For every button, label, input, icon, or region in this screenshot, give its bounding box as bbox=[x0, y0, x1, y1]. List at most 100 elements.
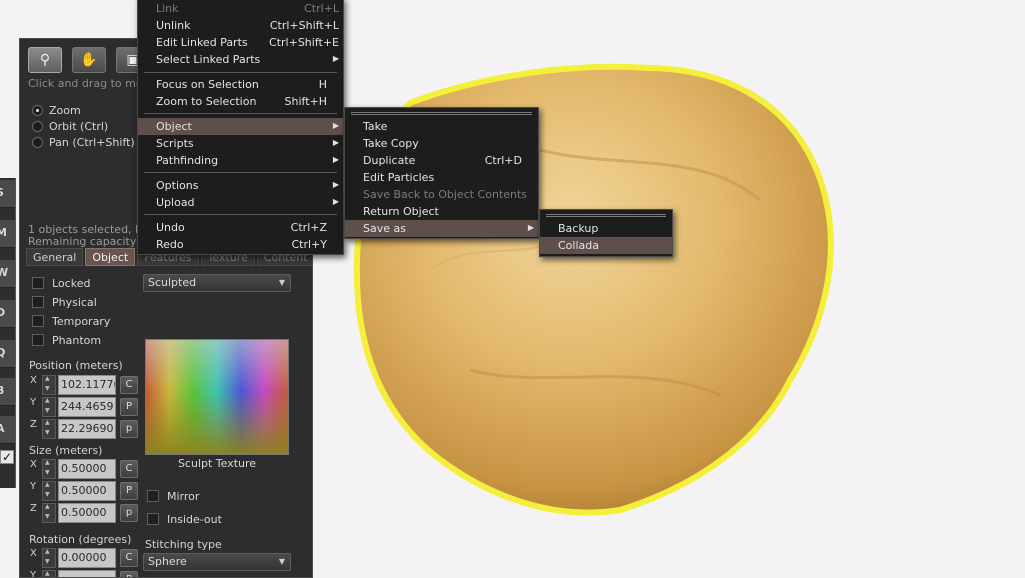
menu-item-select-linked-parts[interactable]: Select Linked Parts ▶ bbox=[138, 51, 343, 68]
menu-item-redo[interactable]: Redo Ctrl+Y bbox=[138, 236, 343, 253]
menu-item-shortcut: Ctrl+Shift+L bbox=[269, 19, 339, 32]
rotation-x-field[interactable]: 0.00000 bbox=[58, 548, 116, 568]
menu-item-take[interactable]: Take bbox=[345, 118, 538, 135]
rotation-x-spinner[interactable] bbox=[42, 548, 56, 568]
axis-z-label: Z bbox=[30, 503, 37, 514]
menu-item-duplicate[interactable]: Duplicate Ctrl+D bbox=[345, 152, 538, 169]
menu-item-edit-linked-parts[interactable]: Edit Linked Parts Ctrl+Shift+E bbox=[138, 34, 343, 51]
menu-item-label: Edit Linked Parts bbox=[156, 36, 248, 49]
move-tool-button[interactable]: ✋ bbox=[72, 47, 106, 73]
tear-off-grip[interactable] bbox=[351, 112, 532, 115]
menu-item-options[interactable]: Options ▶ bbox=[138, 177, 343, 194]
toolbar-button[interactable]: D bbox=[0, 300, 15, 328]
tear-off-grip[interactable] bbox=[546, 214, 666, 217]
menu-item-undo[interactable]: Undo Ctrl+Z bbox=[138, 219, 343, 236]
paste-rotation-button[interactable]: P bbox=[120, 571, 138, 577]
menu-item-pathfinding[interactable]: Pathfinding ▶ bbox=[138, 152, 343, 169]
menu-item-label: Undo bbox=[156, 221, 185, 234]
mirror-checkbox-row[interactable]: Mirror bbox=[147, 489, 199, 503]
size-z-field[interactable]: 0.50000 bbox=[58, 503, 116, 523]
size-label: Size (meters) bbox=[29, 444, 103, 457]
size-y-field[interactable]: 0.50000 bbox=[58, 481, 116, 501]
menu-item-object[interactable]: Object ▶ bbox=[138, 118, 343, 135]
orbit-radio[interactable]: Orbit (Ctrl) bbox=[32, 119, 108, 133]
temporary-checkbox-row[interactable]: Temporary bbox=[32, 314, 110, 328]
size-z-spinner[interactable] bbox=[42, 503, 56, 523]
zoom-radio[interactable]: Zoom bbox=[32, 103, 81, 117]
locked-checkbox-row[interactable]: Locked bbox=[32, 276, 90, 290]
position-y-field[interactable]: 244.4659 bbox=[58, 397, 116, 417]
radio-button[interactable] bbox=[32, 104, 43, 116]
paste-options-size-button[interactable]: p bbox=[120, 504, 138, 522]
menu-item-label: Take Copy bbox=[363, 137, 419, 150]
menu-item-take-copy[interactable]: Take Copy bbox=[345, 135, 538, 152]
paste-options-position-button[interactable]: p bbox=[120, 420, 138, 438]
pan-radio[interactable]: Pan (Ctrl+Shift) bbox=[32, 135, 135, 149]
building-block-type-dropdown[interactable]: Sculpted ▼ bbox=[143, 274, 291, 292]
toolbar-button[interactable]: M bbox=[0, 220, 15, 248]
menu-item-unlink[interactable]: Unlink Ctrl+Shift+L bbox=[138, 17, 343, 34]
tab-object[interactable]: Object bbox=[85, 248, 136, 266]
menu-item-scripts[interactable]: Scripts ▶ bbox=[138, 135, 343, 152]
menu-item-label: Return Object bbox=[363, 205, 439, 218]
rotation-y-spinner[interactable] bbox=[42, 570, 56, 577]
axis-z-label: Z bbox=[30, 419, 37, 430]
copy-size-button[interactable]: C bbox=[120, 460, 138, 478]
menu-item-focus-on-selection[interactable]: Focus on Selection H bbox=[138, 76, 343, 93]
menu-item-zoom-to-selection[interactable]: Zoom to Selection Shift+H bbox=[138, 93, 343, 110]
menu-item-upload[interactable]: Upload ▶ bbox=[138, 194, 343, 211]
position-x-field[interactable]: 102.11776 bbox=[58, 375, 116, 395]
temporary-checkbox[interactable] bbox=[32, 315, 44, 327]
size-x-field[interactable]: 0.50000 bbox=[58, 459, 116, 479]
physical-checkbox-row[interactable]: Physical bbox=[32, 295, 97, 309]
size-x-spinner[interactable] bbox=[42, 459, 56, 479]
paste-position-button[interactable]: P bbox=[120, 398, 138, 416]
rotation-y-field[interactable] bbox=[58, 570, 116, 577]
copy-position-button[interactable]: C bbox=[120, 376, 138, 394]
toolbar-button-glyph: W bbox=[0, 266, 9, 279]
menu-item-save-as[interactable]: Save as ▶ bbox=[345, 220, 538, 237]
copy-rotation-button[interactable]: C bbox=[120, 549, 138, 567]
submenu-arrow-icon: ▶ bbox=[332, 180, 339, 189]
toolbar-button[interactable]: W bbox=[0, 260, 15, 288]
sculpt-texture-swatch[interactable] bbox=[145, 339, 289, 455]
checkbox-label: Physical bbox=[52, 295, 97, 309]
size-y-spinner[interactable] bbox=[42, 481, 56, 501]
position-z-field[interactable]: 22.29690 bbox=[58, 419, 116, 439]
sculpt-texture-label: Sculpt Texture bbox=[177, 457, 257, 470]
toolbar-button[interactable]: B bbox=[0, 378, 15, 406]
mirror-checkbox[interactable] bbox=[147, 490, 159, 502]
menu-item-edit-particles[interactable]: Edit Particles bbox=[345, 169, 538, 186]
radio-button[interactable] bbox=[32, 120, 43, 132]
menu-item-label: Upload bbox=[156, 196, 195, 209]
toolbar-button-glyph: B bbox=[0, 384, 5, 397]
locked-checkbox[interactable] bbox=[32, 277, 44, 289]
menu-item-shortcut: Ctrl+Y bbox=[291, 238, 327, 251]
phantom-checkbox-row[interactable]: Phantom bbox=[32, 333, 101, 347]
physical-checkbox[interactable] bbox=[32, 296, 44, 308]
inside-out-checkbox[interactable] bbox=[147, 513, 159, 525]
toolbar-button[interactable]: A bbox=[0, 416, 15, 444]
phantom-checkbox[interactable] bbox=[32, 334, 44, 346]
inside-out-checkbox-row[interactable]: Inside-out bbox=[147, 512, 222, 526]
stitching-type-dropdown[interactable]: Sphere ▼ bbox=[143, 553, 291, 571]
menu-item-label: Object bbox=[156, 120, 192, 133]
tab-general[interactable]: General bbox=[26, 248, 84, 266]
position-x-spinner[interactable] bbox=[42, 375, 56, 395]
menu-item-return-object[interactable]: Return Object bbox=[345, 203, 538, 220]
radio-button[interactable] bbox=[32, 136, 43, 148]
toolbar-button[interactable]: S bbox=[0, 180, 15, 208]
paste-size-button[interactable]: P bbox=[120, 482, 138, 500]
focus-tool-button[interactable]: ⚲ bbox=[28, 47, 62, 73]
menu-item-backup[interactable]: Backup bbox=[540, 220, 672, 237]
toolbar-checkbox[interactable]: ✓ bbox=[0, 450, 14, 464]
position-y-spinner[interactable] bbox=[42, 397, 56, 417]
menu-item-collada[interactable]: Collada bbox=[540, 237, 672, 254]
menu-item-save-back-to-object-contents[interactable]: Save Back to Object Contents bbox=[345, 186, 538, 203]
menu-item-label: Options bbox=[156, 179, 199, 192]
grab-hand-icon: ✋ bbox=[80, 52, 98, 68]
toolbar-button[interactable]: Q bbox=[0, 340, 15, 368]
menu-item-link[interactable]: Link Ctrl+L bbox=[138, 0, 343, 17]
position-z-spinner[interactable] bbox=[42, 419, 56, 439]
axis-x-label: X bbox=[30, 459, 37, 470]
